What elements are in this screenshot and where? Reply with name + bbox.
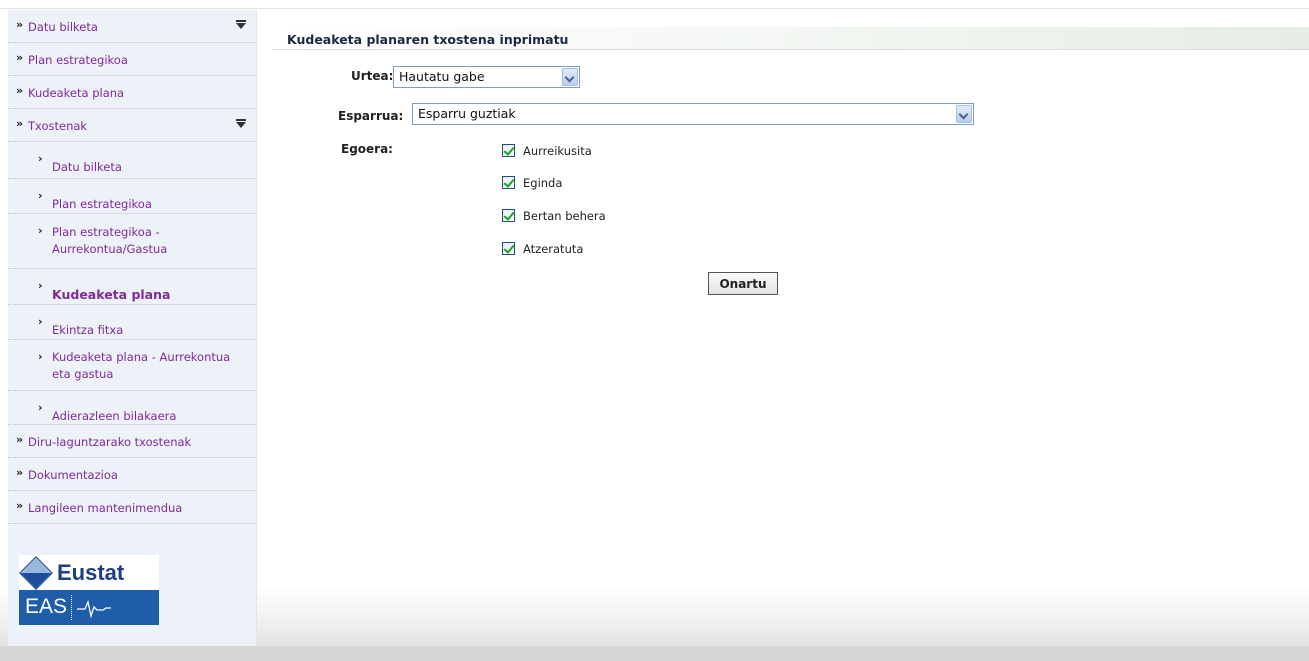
checkbox-atzeratuta[interactable] [502, 242, 515, 255]
egoera-label: Egoera: [341, 142, 393, 156]
urtea-select[interactable]: Hautatu gabe [393, 66, 580, 88]
chevron-right-icon: › [38, 189, 43, 202]
onartu-button[interactable]: Onartu [708, 272, 778, 295]
submenu-item-label: Datu bilketa [52, 160, 122, 174]
esparrua-select-value: Esparru guztiak [418, 106, 516, 121]
checkbox-label: Atzeratuta [523, 242, 584, 256]
submenu-item-kudeaketa-plana-aurrekontua[interactable]: › Kudeaketa plana - Aurrekontua eta gast… [8, 340, 256, 391]
eustat-logo-top: Eustat [19, 555, 159, 590]
submenu-item-plan-estrategikoa[interactable]: › Plan estrategikoa [8, 179, 256, 214]
submenu-item-kudeaketa-plana[interactable]: › Kudeaketa plana [8, 269, 256, 305]
checkbox-bertan-behera[interactable] [502, 209, 515, 222]
submenu-item-datu-bilketa[interactable]: › Datu bilketa [8, 142, 256, 179]
menu-item-kudeaketa-plana[interactable]: » Kudeaketa plana [8, 76, 256, 109]
menu-item-label: Diru-laguntzarako txostenak [28, 435, 192, 449]
submenu-item-label: Plan estrategikoa - Aurrekontua/Gastua [52, 225, 168, 256]
chevron-down-icon[interactable] [956, 105, 972, 123]
menu-item-plan-estrategikoa[interactable]: » Plan estrategikoa [8, 43, 256, 76]
menu-item-dokumentazioa[interactable]: » Dokumentazioa [8, 458, 256, 491]
esparrua-select[interactable]: Esparru guztiak [412, 103, 974, 125]
collapse-arrow-icon[interactable] [236, 20, 246, 29]
submenu-item-adierazleen-bilakaera[interactable]: › Adierazleen bilakaera [8, 391, 256, 425]
urtea-label: Urtea: [351, 69, 394, 83]
eustat-diamond-icon [19, 556, 53, 590]
page-header: Kudeaketa planaren txostena inprimatu [272, 27, 1309, 50]
menu-item-label: Langileen mantenimendua [28, 501, 183, 515]
chevron-right-icon: › [38, 350, 43, 363]
pulse-icon [77, 599, 111, 619]
chevron-right-icon: › [38, 315, 43, 328]
eas-separator [71, 595, 73, 620]
checkbox-aurreikusita[interactable] [502, 144, 515, 157]
checkbox-eginda[interactable] [502, 176, 515, 189]
double-chevron-icon: » [16, 18, 24, 31]
submenu-item-label: Adierazleen bilakaera [52, 409, 177, 423]
submenu-item-ekintza-fitxa[interactable]: › Ekintza fitxa [8, 305, 256, 340]
menu-item-langileen-mantenimendua[interactable]: » Langileen mantenimendua [8, 491, 256, 524]
submenu-item-label: Kudeaketa plana - Aurrekontua eta gastua [52, 350, 231, 381]
double-chevron-icon: » [16, 51, 24, 64]
urtea-select-value: Hautatu gabe [399, 69, 485, 84]
sidebar: » Datu bilketa » Plan estrategikoa » Kud… [8, 10, 257, 646]
top-border [0, 0, 1309, 9]
double-chevron-icon: » [16, 433, 24, 446]
checkbox-label: Eginda [523, 176, 563, 190]
menu-item-datu-bilketa[interactable]: » Datu bilketa [8, 10, 256, 43]
chevron-right-icon: › [38, 279, 43, 292]
submenu-item-label: Plan estrategikoa [52, 197, 152, 211]
eas-logo: EAS [19, 590, 159, 625]
submenu-item-label: Kudeaketa plana [52, 287, 171, 302]
page-title: Kudeaketa planaren txostena inprimatu [287, 32, 569, 47]
menu-item-label: Plan estrategikoa [28, 53, 128, 67]
double-chevron-icon: » [16, 84, 24, 97]
chevron-right-icon: › [38, 401, 43, 414]
collapse-arrow-icon[interactable] [236, 119, 246, 128]
menu-item-label: Datu bilketa [28, 20, 98, 34]
eustat-logo[interactable]: Eustat EAS [19, 555, 159, 625]
chevron-right-icon: › [38, 152, 43, 165]
double-chevron-icon: » [16, 499, 24, 512]
eas-wordmark: EAS [25, 595, 68, 618]
chevron-down-icon[interactable] [562, 68, 578, 86]
checkbox-label: Bertan behera [523, 209, 606, 223]
menu-item-txostenak[interactable]: » Txostenak [8, 109, 256, 142]
eustat-wordmark: Eustat [57, 560, 125, 585]
chevron-right-icon: › [38, 224, 43, 237]
menu-item-label: Kudeaketa plana [28, 86, 125, 100]
submenu-item-label: Ekintza fitxa [52, 323, 124, 337]
esparrua-label: Esparrua: [338, 109, 404, 123]
double-chevron-icon: » [16, 117, 24, 130]
double-chevron-icon: » [16, 466, 24, 479]
menu-item-diru-laguntzarako-txostenak[interactable]: » Diru-laguntzarako txostenak [8, 425, 256, 458]
menu-item-label: Txostenak [28, 119, 88, 133]
checkbox-label: Aurreikusita [523, 144, 592, 158]
footer-edge [0, 646, 1309, 661]
submenu-item-plan-estrategikoa-aurrekontua[interactable]: › Plan estrategikoa - Aurrekontua/Gastua [8, 214, 256, 269]
sidebar-menu: » Datu bilketa » Plan estrategikoa » Kud… [8, 10, 256, 524]
menu-item-label: Dokumentazioa [28, 468, 118, 482]
